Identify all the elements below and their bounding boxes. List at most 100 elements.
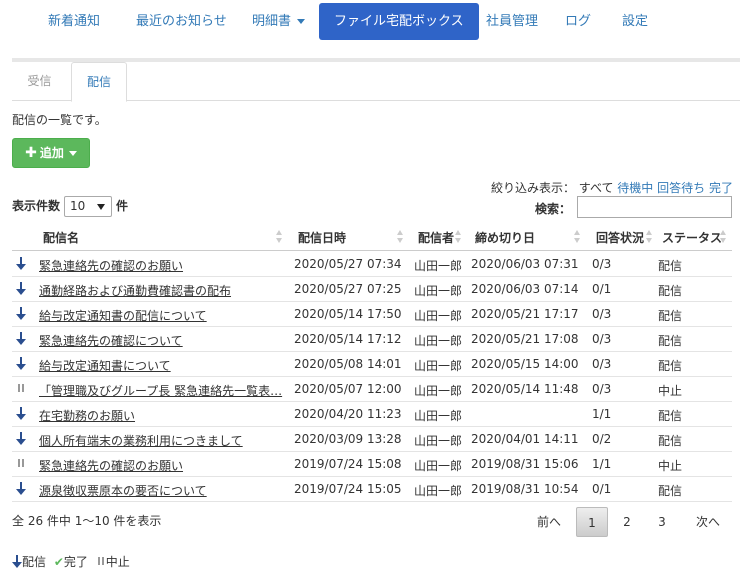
deadline: 2020/05/14 11:48 [471,382,579,396]
delivery-name-link[interactable]: 緊急連絡先の確認のお願い [39,457,183,474]
sender: 山田一郎 [414,334,463,348]
filter-all[interactable]: すべて [579,181,614,195]
delivery-name-link[interactable]: 緊急連絡先の確認について [39,332,183,349]
delivery-name-link[interactable]: 源泉徴収票原本の要否について [39,482,207,499]
sort-icon[interactable] [720,230,727,244]
sort-icon[interactable] [574,230,581,244]
table-row: 在宅勤務のお願い 2020/04/20 11:23 山田一郎 1/1 配信 [12,402,732,427]
response-status: 0/3 [592,382,612,396]
delivery-name-link[interactable]: 在宅勤務のお願い [39,407,135,424]
table-row: 緊急連絡先の確認のお願い 2020/05/27 07:34 山田一郎 2020/… [12,252,732,277]
filter-awaiting[interactable]: 回答待ち [657,181,705,195]
status: 中止 [658,459,683,473]
header-sender[interactable]: 配信者 [418,229,454,246]
nav-settings[interactable]: 設定 [622,3,648,40]
deadline: 2019/08/31 10:54 [471,482,579,496]
nav-recent-news[interactable]: 最近のお知らせ [136,3,227,40]
table-row: 「管理職及びグループ長 緊急連絡先一覧表… 2020/05/07 12:00 山… [12,377,732,402]
delivery-date: 2020/05/27 07:34 [294,257,402,271]
per-page: 表示件数 10 件 [12,196,128,217]
table-row: 緊急連絡先の確認について 2020/05/14 17:12 山田一郎 2020/… [12,327,732,352]
sender: 山田一郎 [414,459,463,473]
header-responses[interactable]: 回答状況 [596,229,644,246]
down-arrow-icon [16,481,30,497]
sort-icon[interactable] [455,230,462,244]
add-button[interactable]: ✚ 追加 [12,138,90,168]
add-button-label: 追加 [39,146,64,160]
status: 配信 [658,334,683,348]
per-page-label: 表示件数 [12,199,61,213]
filter-label: 絞り込み表示： [490,181,575,195]
response-status: 0/3 [592,357,612,371]
plus-icon: ✚ [25,145,37,161]
deadline: 2020/05/15 14:00 [471,357,579,371]
pagination-page-3[interactable]: 3 [647,507,677,537]
status: 配信 [658,284,683,298]
sender: 山田一郎 [414,259,463,273]
per-page-select[interactable]: 10 [64,196,113,217]
per-page-suffix: 件 [116,199,129,213]
header-name[interactable]: 配信名 [43,229,79,246]
search-label: 検索： [535,202,572,216]
nav-statements-label: 明細書 [252,14,292,29]
status: 配信 [658,484,683,498]
delivery-name-link[interactable]: 通勤経路および通勤費確認書の配布 [39,282,231,299]
pause-icon [16,456,30,472]
search-input[interactable] [577,196,732,218]
table-row: 個人所有端末の業務利用につきまして 2020/03/09 13:28 山田一郎 … [12,427,732,452]
delivery-name-link[interactable]: 個人所有端末の業務利用につきまして [39,432,243,449]
delivery-date: 2019/07/24 15:08 [294,457,402,471]
delivery-name-link[interactable]: 給与改定通知書について [39,357,171,374]
pagination-page-2[interactable]: 2 [612,507,642,537]
response-status: 0/1 [592,482,612,496]
dropdown-arrow-icon [97,204,106,210]
sort-icon[interactable] [397,230,404,244]
nav-employee-management[interactable]: 社員管理 [486,3,538,40]
table-row: 緊急連絡先の確認のお願い 2019/07/24 15:08 山田一郎 2019/… [12,452,732,477]
chevron-down-icon [297,19,306,24]
filter-done[interactable]: 完了 [709,181,733,195]
delivery-date: 2020/05/14 17:12 [294,332,402,346]
down-arrow-icon [16,281,30,297]
deadline: 2020/05/21 17:08 [471,332,579,346]
nav-statements[interactable]: 明細書 [252,3,306,40]
sender: 山田一郎 [414,384,463,398]
response-status: 1/1 [592,457,612,471]
filter-pending[interactable]: 待機中 [617,181,653,195]
tab-received[interactable]: 受信 [12,62,67,101]
per-page-value: 10 [70,199,86,213]
pagination-prev[interactable]: 前へ [528,507,570,537]
delivery-date: 2020/04/20 11:23 [294,407,402,421]
tab-sent[interactable]: 配信 [71,62,127,102]
delivery-name-link[interactable]: 緊急連絡先の確認のお願い [39,257,183,274]
deadline: 2020/06/03 07:14 [471,282,579,296]
down-arrow-icon [16,356,30,372]
down-arrow-icon [12,554,22,568]
response-status: 0/3 [592,332,612,346]
deadline: 2020/04/01 14:11 [471,432,579,446]
sort-icon[interactable] [276,230,283,244]
tab-bar: 受信 配信 [12,62,740,102]
header-status[interactable]: ステータス [662,229,722,246]
header-date[interactable]: 配信日時 [298,229,346,246]
status-legend: 配信 ✔完了 中止 [12,552,134,570]
delivery-name-link[interactable]: 給与改定通知書の配信について [39,307,207,324]
pause-icon [96,554,106,568]
legend-sent: 配信 [22,555,47,569]
down-arrow-icon [16,256,30,272]
status: 配信 [658,259,683,273]
delivery-name-link[interactable]: 「管理職及びグループ長 緊急連絡先一覧表… [39,382,282,399]
page-description: 配信の一覧です。 [12,113,107,127]
sort-icon[interactable] [646,230,653,244]
table-summary: 全 26 件中 1～10 件を表示 [12,514,162,528]
down-arrow-icon [16,331,30,347]
nav-new-notifications[interactable]: 新着通知 [48,3,100,40]
response-status: 0/2 [592,432,612,446]
nav-log[interactable]: ログ [565,3,591,40]
pagination-page-1[interactable]: 1 [576,507,608,537]
header-deadline[interactable]: 締め切り日 [475,229,535,246]
nav-file-delivery-box[interactable]: ファイル宅配ボックス [319,3,479,40]
pagination-next[interactable]: 次へ [688,507,728,537]
status: 配信 [658,409,683,423]
chevron-down-icon [68,151,77,156]
